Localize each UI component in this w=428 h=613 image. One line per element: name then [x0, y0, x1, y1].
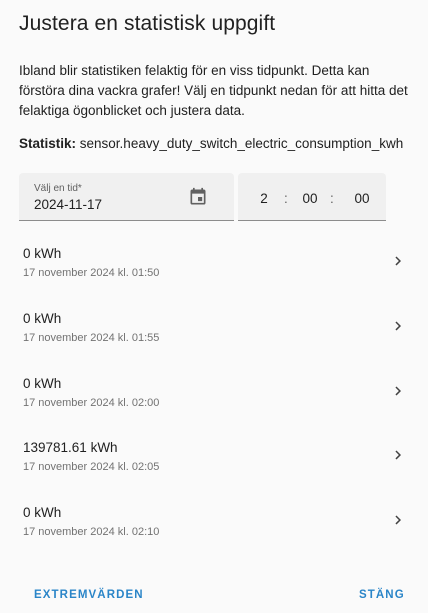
- row-timestamp: 17 november 2024 kl. 02:05: [23, 461, 160, 473]
- chevron-right-icon: [395, 515, 401, 525]
- time-hours-input[interactable]: 2: [257, 191, 271, 206]
- statistic-id: sensor.heavy_duty_switch_electric_consum…: [79, 136, 404, 151]
- date-picker-value[interactable]: 2024-11-17: [34, 197, 102, 212]
- statistic-line: Statistik: sensor.heavy_duty_switch_elec…: [19, 136, 403, 151]
- row-timestamp: 17 november 2024 kl. 01:55: [23, 332, 160, 344]
- row-timestamp: 17 november 2024 kl. 01:50: [23, 267, 160, 279]
- statistic-row[interactable]: 0 kWh 17 november 2024 kl. 01:50: [0, 230, 428, 294]
- time-separator: :: [330, 191, 334, 206]
- chevron-right-icon: [395, 256, 401, 266]
- time-picker-field[interactable]: 2 : 00 : 00: [238, 173, 386, 221]
- calendar-icon[interactable]: [188, 187, 208, 207]
- row-value: 0 kWh: [23, 376, 62, 391]
- statistic-row[interactable]: 0 kWh 17 november 2024 kl. 02:10: [0, 489, 428, 553]
- chevron-right-icon: [395, 450, 401, 460]
- time-separator: :: [284, 191, 288, 206]
- statistic-row[interactable]: 139781.61 kWh 17 november 2024 kl. 02:05: [0, 424, 428, 488]
- chevron-right-icon: [395, 386, 401, 396]
- row-value: 0 kWh: [23, 246, 62, 261]
- dialog-title: Justera en statistisk uppgift: [19, 12, 276, 35]
- close-button[interactable]: STÄNG: [359, 589, 405, 601]
- row-value: 139781.61 kWh: [23, 440, 118, 455]
- row-value: 0 kWh: [23, 311, 62, 326]
- time-minutes-input[interactable]: 00: [301, 191, 319, 206]
- time-seconds-input[interactable]: 00: [353, 191, 371, 206]
- row-value: 0 kWh: [23, 505, 62, 520]
- date-picker-field[interactable]: Välj en tid* 2024-11-17: [19, 173, 234, 221]
- statistic-row[interactable]: 0 kWh 17 november 2024 kl. 02:00: [0, 360, 428, 424]
- chevron-right-icon: [395, 321, 401, 331]
- adjust-statistic-dialog: Justera en statistisk uppgift Ibland bli…: [0, 0, 428, 613]
- extremes-button[interactable]: EXTREMVÄRDEN: [34, 589, 144, 601]
- statistic-row[interactable]: 0 kWh 17 november 2024 kl. 01:55: [0, 295, 428, 359]
- dialog-description: Ibland blir statistiken felaktig för en …: [19, 63, 408, 118]
- statistic-label: Statistik:: [19, 136, 77, 151]
- row-timestamp: 17 november 2024 kl. 02:00: [23, 397, 160, 409]
- date-picker-label: Välj en tid*: [34, 183, 82, 194]
- row-timestamp: 17 november 2024 kl. 02:10: [23, 526, 160, 538]
